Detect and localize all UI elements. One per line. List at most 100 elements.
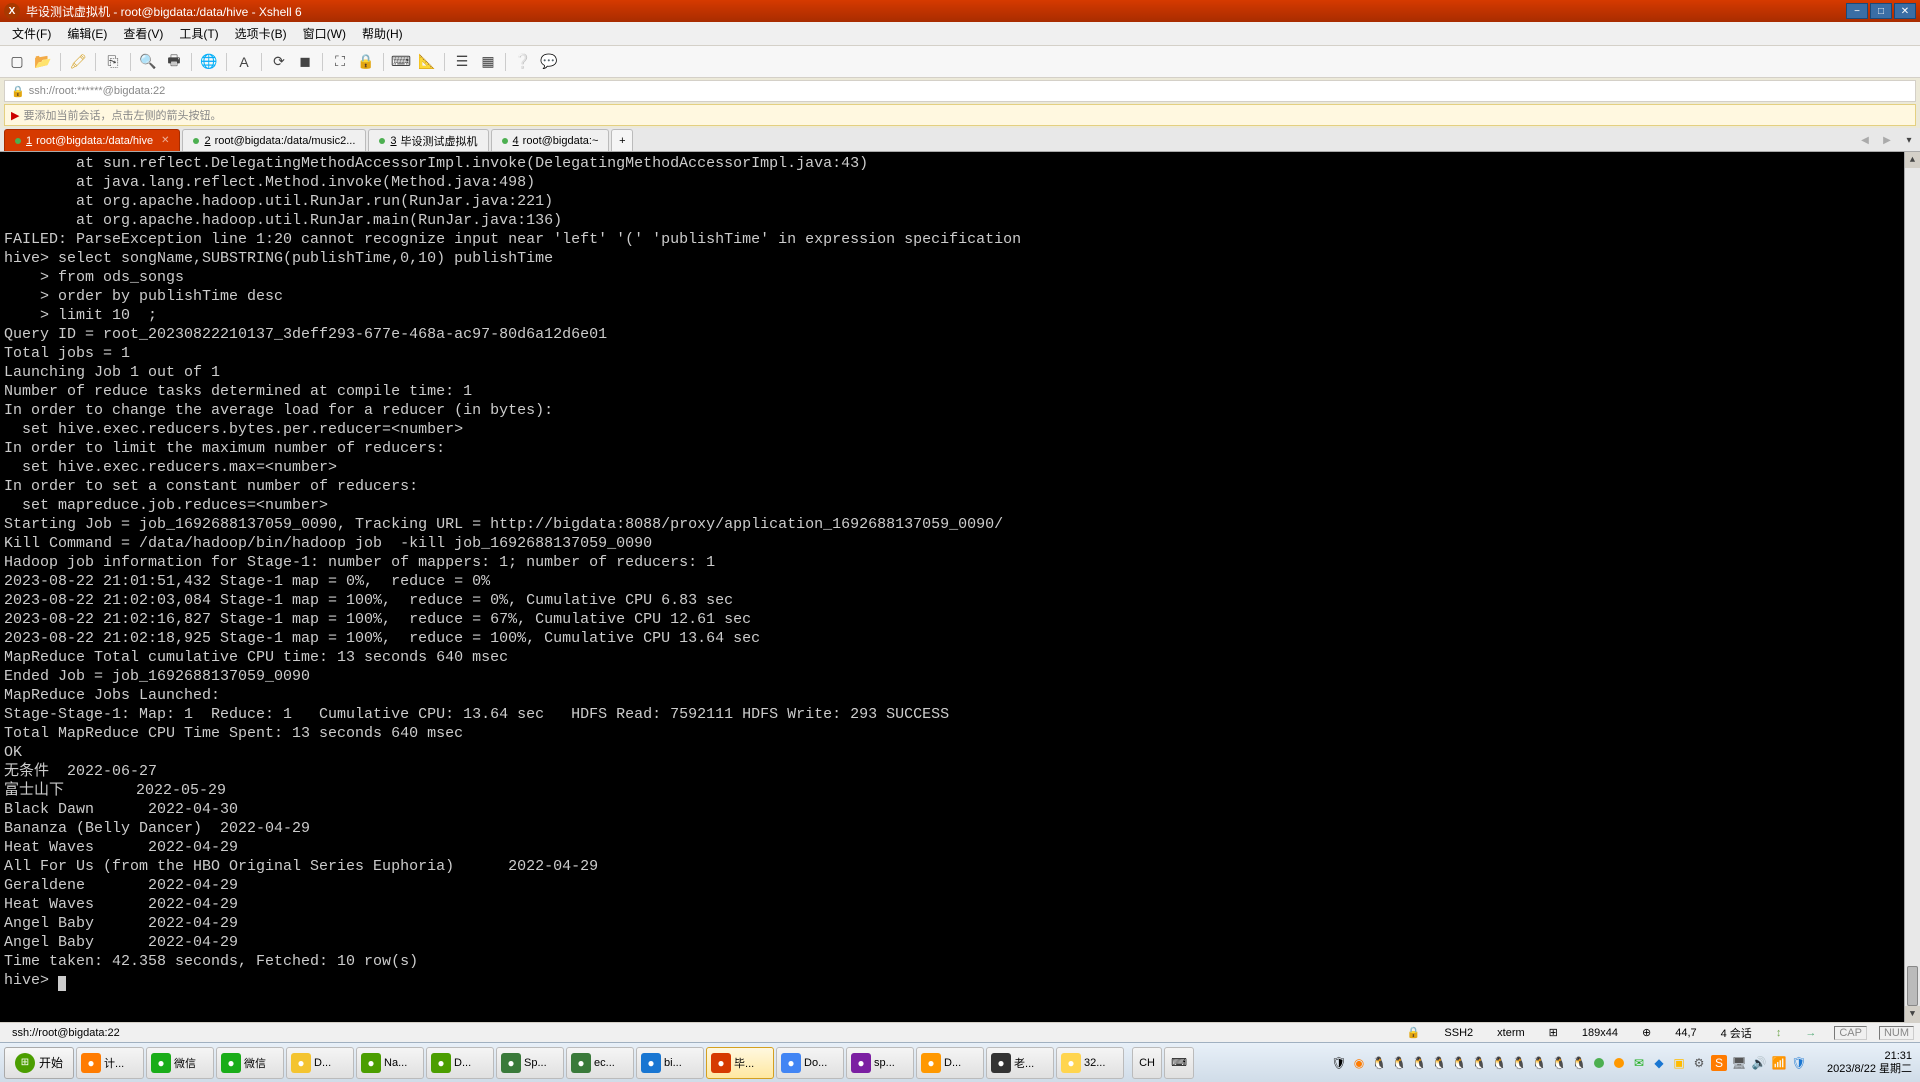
taskbar-clock[interactable]: 21:31 2023/8/22 星期二 [1823, 1050, 1916, 1076]
menu-window[interactable]: 窗口(W) [295, 23, 354, 44]
taskbar-app-button[interactable]: ●D... [286, 1047, 354, 1079]
tray-wechat-icon[interactable]: ✉ [1631, 1055, 1647, 1071]
menu-edit[interactable]: 编辑(E) [59, 23, 115, 44]
taskbar-app-label: 毕... [734, 1055, 754, 1071]
taskbar-app-button[interactable]: ●Na... [356, 1047, 424, 1079]
taskbar-app-button[interactable]: ●Sp... [496, 1047, 564, 1079]
taskbar-app-button[interactable]: ●计... [76, 1047, 144, 1079]
copy-icon[interactable]: ⎘ [102, 51, 124, 73]
tray-network-icon[interactable]: 📶 [1771, 1055, 1787, 1071]
taskbar-app-button[interactable]: ●32... [1056, 1047, 1124, 1079]
tab-session-2[interactable]: 2 root@bigdata:/data/music2... [182, 129, 366, 151]
tab-list-icon[interactable]: ▾ [1898, 129, 1920, 151]
minimize-button[interactable]: − [1846, 3, 1868, 19]
tray-misc-icon[interactable]: ▣ [1671, 1055, 1687, 1071]
tab-next-icon[interactable]: ▶ [1876, 129, 1898, 151]
tray-shield-icon[interactable]: 🛡 [1331, 1055, 1347, 1071]
taskbar-app-button[interactable]: ●bi... [636, 1047, 704, 1079]
tray-qq-icon[interactable]: 🐧 [1551, 1055, 1567, 1071]
tray-qq-icon[interactable]: 🐧 [1371, 1055, 1387, 1071]
terminal-line: at org.apache.hadoop.util.RunJar.main(Ru… [4, 211, 1916, 230]
keyboard-icon[interactable]: ⌨ [390, 51, 412, 73]
status-pos: 44,7 [1669, 1027, 1702, 1039]
taskbar-app-button[interactable]: ●D... [916, 1047, 984, 1079]
tab-session-4[interactable]: 4 root@bigdata:~ [491, 129, 610, 151]
menu-tabs[interactable]: 选项卡(B) [227, 23, 295, 44]
tab-close-icon[interactable]: ✕ [161, 135, 169, 146]
tray-qq-icon[interactable]: 🐧 [1431, 1055, 1447, 1071]
taskbar-app-icon: ● [921, 1053, 941, 1073]
ruler-icon[interactable]: 📐 [416, 51, 438, 73]
maximize-button[interactable]: □ [1870, 3, 1892, 19]
tray-sogou-icon[interactable]: S [1711, 1055, 1727, 1071]
terminal-line: Time taken: 42.358 seconds, Fetched: 10 … [4, 952, 1916, 971]
start-orb-icon: ⊞ [15, 1053, 35, 1073]
tray-misc-icon[interactable]: 🖥 [1731, 1055, 1747, 1071]
tab-prev-icon[interactable]: ◀ [1854, 129, 1876, 151]
scroll-down-icon[interactable]: ▼ [1905, 1006, 1920, 1022]
taskbar-app-button[interactable]: ●Do... [776, 1047, 844, 1079]
taskbar-app-button[interactable]: ●微信 [146, 1047, 214, 1079]
highlight-icon[interactable]: 🖍 [67, 51, 89, 73]
menu-file[interactable]: 文件(F) [4, 23, 59, 44]
tray-defender-icon[interactable]: 🛡 [1791, 1055, 1807, 1071]
tray-misc-icon[interactable]: ◆ [1651, 1055, 1667, 1071]
hint-text: 要添加当前会话，点击左侧的箭头按钮。 [23, 107, 221, 123]
tab-session-3[interactable]: 3 毕设测试虚拟机 [368, 129, 488, 151]
tab-session-1[interactable]: 1 root@bigdata:/data/hive ✕ [4, 129, 180, 151]
taskbar-app-button[interactable]: ●微信 [216, 1047, 284, 1079]
taskbar-app-button[interactable]: ●毕... [706, 1047, 774, 1079]
taskbar-app-button[interactable]: ●D... [426, 1047, 494, 1079]
tray-qq-icon[interactable]: 🐧 [1471, 1055, 1487, 1071]
menu-view[interactable]: 查看(V) [115, 23, 171, 44]
list-icon[interactable]: ☰ [451, 51, 473, 73]
tray-qq-icon[interactable]: 🐧 [1491, 1055, 1507, 1071]
tray-volume-icon[interactable]: 🔊 [1751, 1055, 1767, 1071]
taskbar-app-icon: ● [851, 1053, 871, 1073]
tray-qq-icon[interactable]: 🐧 [1451, 1055, 1467, 1071]
start-button[interactable]: ⊞ 开始 [4, 1047, 74, 1079]
status-ssh: SSH2 [1438, 1027, 1479, 1039]
open-folder-icon[interactable]: 📂 [32, 51, 54, 73]
globe-icon[interactable]: 🌐 [198, 51, 220, 73]
taskbar-app-button[interactable]: ●ec... [566, 1047, 634, 1079]
print-icon[interactable]: 🖶 [163, 51, 185, 73]
tray-misc-icon[interactable] [1611, 1055, 1627, 1071]
address-bar[interactable]: 🔒 ssh://root:******@bigdata:22 [4, 80, 1916, 102]
scrollbar-vertical[interactable]: ▲ ▼ [1904, 152, 1920, 1022]
close-button[interactable]: ✕ [1894, 3, 1916, 19]
tray-misc-icon[interactable]: ⚙ [1691, 1055, 1707, 1071]
tab-add-button[interactable]: + [611, 129, 633, 151]
bubble-icon[interactable]: 💬 [538, 51, 560, 73]
tray-qq-icon[interactable]: 🐧 [1511, 1055, 1527, 1071]
tray-qq-icon[interactable]: 🐧 [1391, 1055, 1407, 1071]
new-session-icon[interactable]: ▢ [6, 51, 28, 73]
terminal-line: Angel Baby 2022-04-29 [4, 914, 1916, 933]
ime-keyboard-icon[interactable]: ⌨ [1164, 1047, 1194, 1079]
tray-qq-icon[interactable]: 🐧 [1411, 1055, 1427, 1071]
taskbar-app-button[interactable]: ●老... [986, 1047, 1054, 1079]
tray-misc-icon[interactable] [1591, 1055, 1607, 1071]
tray-qq-icon[interactable]: 🐧 [1531, 1055, 1547, 1071]
grid-icon[interactable]: ▦ [477, 51, 499, 73]
search-icon[interactable]: 🔍 [137, 51, 159, 73]
tray-qq-icon[interactable]: 🐧 [1571, 1055, 1587, 1071]
tray-app-icon[interactable]: ◉ [1351, 1055, 1367, 1071]
terminal-line: OK [4, 743, 1916, 762]
fullscreen-icon[interactable]: ⛶ [329, 51, 351, 73]
menu-tools[interactable]: 工具(T) [171, 23, 226, 44]
scrollbar-thumb[interactable] [1907, 966, 1918, 1006]
scroll-up-icon[interactable]: ▲ [1905, 152, 1920, 168]
menu-help[interactable]: 帮助(H) [354, 23, 411, 44]
font-icon[interactable]: A [233, 51, 255, 73]
reload-icon[interactable]: ⟳ [268, 51, 290, 73]
ime-indicator[interactable]: CH [1132, 1047, 1162, 1079]
lock-icon[interactable]: 🔒 [355, 51, 377, 73]
stop-icon[interactable]: ◼ [294, 51, 316, 73]
taskbar-app-button[interactable]: ●sp... [846, 1047, 914, 1079]
terminal-viewport[interactable]: at sun.reflect.DelegatingMethodAccessorI… [0, 152, 1920, 1022]
start-label: 开始 [39, 1054, 63, 1071]
taskbar-app-icon: ● [81, 1053, 101, 1073]
status-dot-icon [379, 138, 385, 144]
help-icon[interactable]: ❔ [512, 51, 534, 73]
